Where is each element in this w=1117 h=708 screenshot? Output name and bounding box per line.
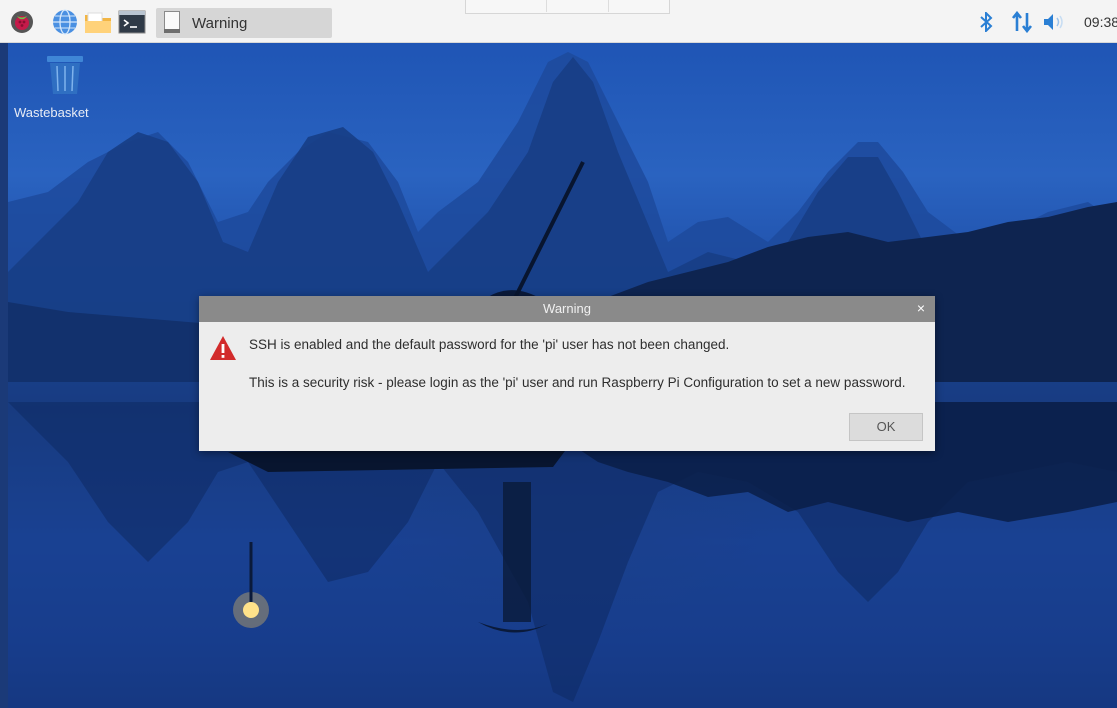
ok-button[interactable]: OK (849, 413, 923, 441)
raspberry-menu-icon[interactable] (10, 10, 34, 34)
desktop-icon-wastebasket[interactable]: Wastebasket (14, 52, 114, 120)
file-manager-icon[interactable] (84, 10, 112, 34)
wastebasket-label: Wastebasket (14, 105, 89, 120)
network-icon[interactable] (1011, 11, 1033, 33)
dialog-message-secondary: This is a security risk - please login a… (249, 375, 906, 390)
volume-icon[interactable] (1043, 13, 1067, 31)
dialog-title: Warning (543, 301, 591, 316)
warning-icon (210, 336, 236, 360)
dialog-message-primary: SSH is enabled and the default password … (249, 337, 730, 352)
wastebasket-icon (47, 56, 83, 94)
dialog-titlebar[interactable]: Warning × (199, 296, 935, 322)
warning-dialog: Warning × SSH is enabled and the default… (199, 296, 935, 451)
taskbar: Warning 09:38 (0, 0, 1117, 43)
top-panel-edge (465, 0, 670, 14)
close-icon[interactable]: × (913, 299, 929, 317)
clock[interactable]: 09:38 (1084, 14, 1117, 30)
taskbar-window-button-warning[interactable]: Warning (156, 8, 332, 38)
terminal-icon[interactable] (118, 10, 146, 34)
web-browser-icon[interactable] (52, 9, 78, 35)
taskbar-window-label: Warning (192, 15, 248, 32)
bluetooth-icon[interactable] (979, 12, 993, 32)
window-document-icon (164, 11, 180, 33)
